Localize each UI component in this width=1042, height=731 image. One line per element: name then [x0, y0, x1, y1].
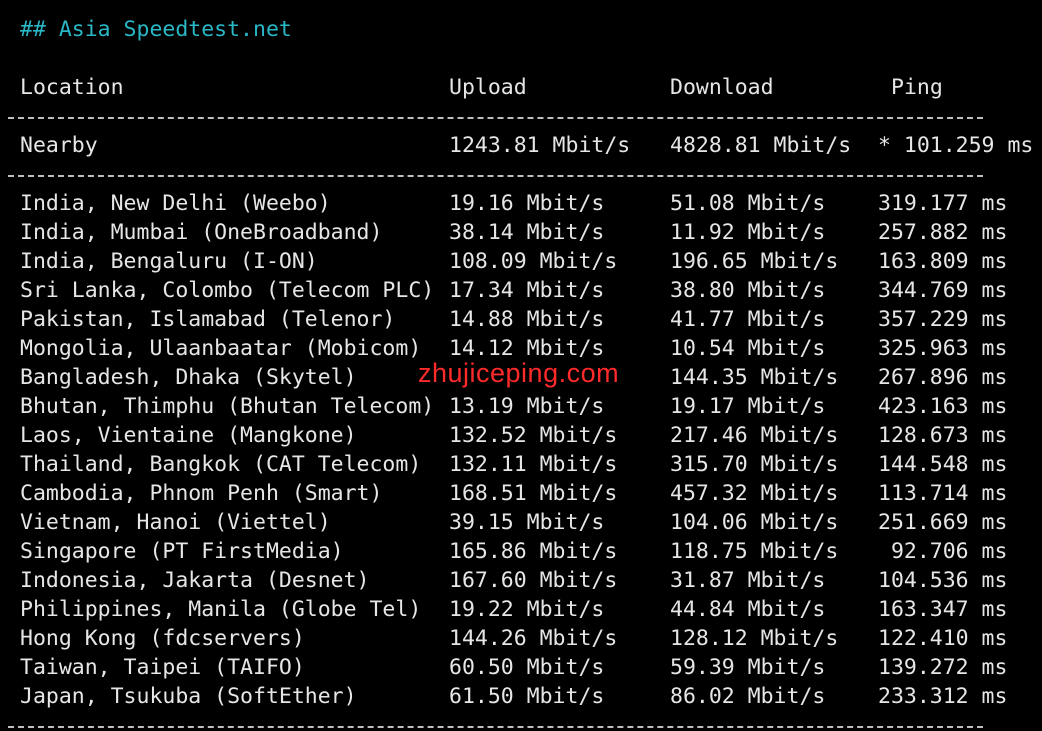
row-download: 144.35 Mbit/s — [670, 365, 839, 390]
nearby-row: Nearby 1243.81 Mbit/s 4828.81 Mbit/s * 1… — [20, 131, 1033, 160]
row-upload: 19.16 Mbit/s — [449, 191, 605, 216]
separator-line — [8, 726, 983, 728]
row-download: 44.84 Mbit/s — [670, 597, 826, 622]
row-location: India, New Delhi (Weebo) — [20, 191, 331, 216]
row-location: Indonesia, Jakarta (Desnet) — [20, 568, 370, 593]
row-ping: 128.673 ms — [878, 423, 1008, 448]
row-ping: 251.669 ms — [878, 510, 1008, 535]
row-upload: 165.86 Mbit/s — [449, 539, 618, 564]
column-header-upload: Upload — [449, 75, 527, 100]
column-header-download: Download — [670, 75, 774, 100]
row-upload: 167.60 Mbit/s — [449, 568, 618, 593]
row-location: Thailand, Bangkok (CAT Telecom) — [20, 452, 422, 477]
row-upload: 39.15 Mbit/s — [449, 510, 605, 535]
row-ping: 319.177 ms — [878, 191, 1008, 216]
row-download: 118.75 Mbit/s — [670, 539, 839, 564]
row-location: Laos, Vientaine (Mangkone) — [20, 423, 357, 448]
row-upload: 108.09 Mbit/s — [449, 249, 618, 274]
row-location: Singapore (PT FirstMedia) — [20, 539, 344, 564]
row-upload: 144.26 Mbit/s — [449, 626, 618, 651]
terminal-window: ## Asia Speedtest.net Location Upload Do… — [0, 0, 1042, 731]
row-download: 86.02 Mbit/s — [670, 684, 826, 709]
row-location: India, Mumbai (OneBroadband) — [20, 220, 383, 245]
row-download: 51.08 Mbit/s — [670, 191, 826, 216]
row-download: 457.32 Mbit/s — [670, 481, 839, 506]
row-upload: 132.52 Mbit/s — [449, 423, 618, 448]
row-ping: 113.714 ms — [878, 481, 1008, 506]
row-upload: 13.19 Mbit/s — [449, 394, 605, 419]
row-upload: 132.11 Mbit/s — [449, 452, 618, 477]
row-upload: 17.34 Mbit/s — [449, 278, 605, 303]
row-location: Cambodia, Phnom Penh (Smart) — [20, 481, 383, 506]
row-ping: 257.882 ms — [878, 220, 1008, 245]
row-download: 31.87 Mbit/s — [670, 568, 826, 593]
row-upload: 168.51 Mbit/s — [449, 481, 618, 506]
row-ping: 122.410 ms — [878, 626, 1008, 651]
row-download: 196.65 Mbit/s — [670, 249, 839, 274]
row-upload: 61.50 Mbit/s — [449, 684, 605, 709]
row-location: Philippines, Manila (Globe Tel) — [20, 597, 422, 622]
row-upload: 38.14 Mbit/s — [449, 220, 605, 245]
separator-line — [8, 117, 983, 119]
row-download: 19.17 Mbit/s — [670, 394, 826, 419]
row-ping: 267.896 ms — [878, 365, 1008, 390]
row-download: 10.54 Mbit/s — [670, 336, 826, 361]
row-download: 59.39 Mbit/s — [670, 655, 826, 680]
row-ping: 163.809 ms — [878, 249, 1008, 274]
row-ping: 139.272 ms — [878, 655, 1008, 680]
row-ping: 104.536 ms — [878, 568, 1008, 593]
row-download: 104.06 Mbit/s — [670, 510, 839, 535]
row-ping: 144.548 ms — [878, 452, 1008, 477]
row-location: Vietnam, Hanoi (Viettel) — [20, 510, 331, 535]
row-ping: 325.963 ms — [878, 336, 1008, 361]
row-location: Sri Lanka, Colombo (Telecom PLC) — [20, 278, 435, 303]
row-location: Bangladesh, Dhaka (Skytel) — [20, 365, 357, 390]
row-download: 11.92 Mbit/s — [670, 220, 826, 245]
row-download: 38.80 Mbit/s — [670, 278, 826, 303]
row-location: Mongolia, Ulaanbaatar (Mobicom) — [20, 336, 422, 361]
row-location: Bhutan, Thimphu (Bhutan Telecom) — [20, 394, 435, 419]
nearby-download: 4828.81 Mbit/s — [670, 133, 852, 158]
nearby-location: Nearby — [20, 133, 98, 158]
watermark-text: zhujiceping.com — [418, 358, 620, 388]
separator-line — [8, 175, 983, 177]
row-location: Taiwan, Taipei (TAIFO) — [20, 655, 305, 680]
row-ping: 92.706 ms — [878, 539, 1008, 564]
row-upload: 19.22 Mbit/s — [449, 597, 605, 622]
row-location: India, Bengaluru (I-ON) — [20, 249, 318, 274]
row-ping: 357.229 ms — [878, 307, 1008, 332]
row-ping: 423.163 ms — [878, 394, 1008, 419]
row-location: Hong Kong (fdcservers) — [20, 626, 305, 651]
row-download: 217.46 Mbit/s — [670, 423, 839, 448]
column-header-ping: Ping — [891, 75, 943, 100]
row-download: 41.77 Mbit/s — [670, 307, 826, 332]
row-ping: 163.347 ms — [878, 597, 1008, 622]
nearby-ping: * 101.259 ms — [878, 133, 1034, 158]
section-heading: ## Asia Speedtest.net — [20, 17, 292, 42]
row-upload: 14.88 Mbit/s — [449, 307, 605, 332]
nearby-upload: 1243.81 Mbit/s — [449, 133, 631, 158]
table-header: Location Upload Download Ping — [20, 73, 943, 102]
row-location: Pakistan, Islamabad (Telenor) — [20, 307, 396, 332]
row-location: Japan, Tsukuba (SoftEther) — [20, 684, 357, 709]
row-ping: 233.312 ms — [878, 684, 1008, 709]
row-download: 128.12 Mbit/s — [670, 626, 839, 651]
row-ping: 344.769 ms — [878, 278, 1008, 303]
column-header-location: Location — [20, 75, 124, 100]
row-download: 315.70 Mbit/s — [670, 452, 839, 477]
row-upload: 60.50 Mbit/s — [449, 655, 605, 680]
